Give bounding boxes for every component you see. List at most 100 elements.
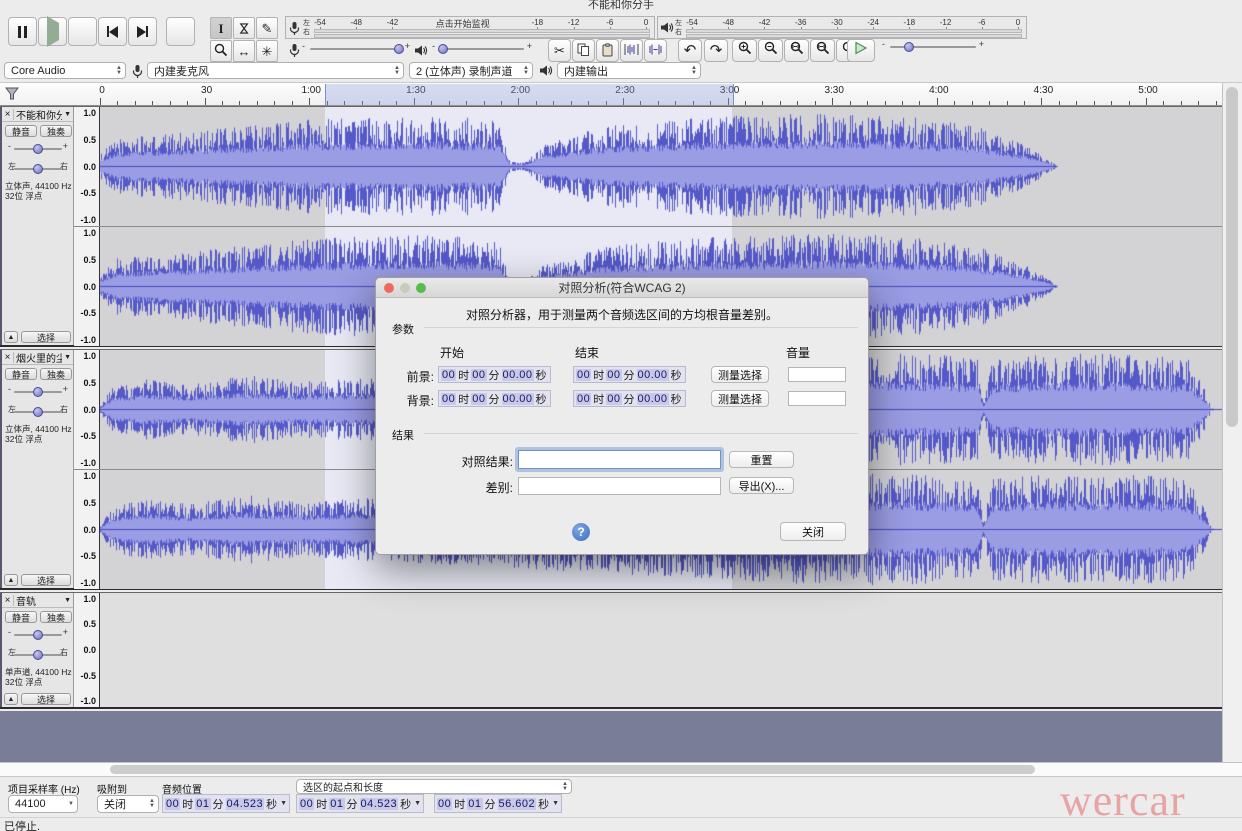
- track-control-panel[interactable]: ×烟火里的尘埃▼静音独奏-+左右立体声, 44100 Hz32位 浮点▲选择: [0, 350, 74, 588]
- track-control-panel[interactable]: ×不能和你分手▼静音独奏-+左右立体声, 44100 Hz32位 浮点▲选择: [0, 107, 74, 345]
- zoom-tool-button[interactable]: [210, 40, 232, 62]
- background-start-field[interactable]: 00 时 00 分 00.00 秒: [438, 390, 551, 407]
- timeline-ruler[interactable]: 0 30 1:00 1:30 2:00 2:30 3:00 3:30 4:00 4:30 5:00: [0, 82, 1242, 106]
- pan-thumb[interactable]: [33, 164, 43, 174]
- mute-button[interactable]: 静音: [5, 125, 37, 137]
- horizontal-scrollbar[interactable]: [0, 762, 1242, 776]
- collapse-button[interactable]: ▲: [4, 693, 18, 705]
- pause-button[interactable]: [8, 17, 37, 46]
- foreground-start-field[interactable]: 00 时 00 分 00.00 秒: [438, 366, 551, 383]
- skip-start-button[interactable]: [98, 17, 127, 46]
- trim-button[interactable]: [620, 39, 643, 62]
- silence-button[interactable]: [644, 39, 667, 62]
- track-menu-arrow-icon[interactable]: ▼: [62, 111, 73, 118]
- playback-meter[interactable]: 左右 -54 -48 -42 -36 -30 -24 -18 -12 -6 0: [657, 16, 1027, 39]
- track-name[interactable]: 音轨: [14, 593, 62, 608]
- redo-button[interactable]: ↷: [704, 39, 728, 62]
- gain-slider[interactable]: - +: [6, 384, 70, 400]
- difference-field[interactable]: [518, 477, 721, 495]
- track-name[interactable]: 不能和你分手: [14, 107, 62, 122]
- recording-volume-slider[interactable]: - +: [302, 41, 410, 57]
- background-end-field[interactable]: 00 时 00 分 00.00 秒: [573, 390, 686, 407]
- paste-button[interactable]: [596, 39, 619, 62]
- background-measure-button[interactable]: 测量选择: [711, 390, 769, 407]
- multi-tool-button[interactable]: ✳: [256, 40, 278, 62]
- solo-button[interactable]: 独奏: [40, 125, 72, 137]
- cut-button[interactable]: ✂: [548, 39, 571, 62]
- track-control-panel[interactable]: × 音轨 ▼ 静音 独奏 - + 左右单声道, 44100 Hz 32位 浮点 ▲ 选择: [0, 593, 74, 707]
- solo-button[interactable]: 独奏: [40, 368, 72, 380]
- pan-slider[interactable]: 左右: [6, 404, 70, 420]
- close-track-icon[interactable]: ×: [2, 594, 14, 606]
- dropdown-arrow-icon[interactable]: ▼: [551, 800, 559, 807]
- zoom-fit-button[interactable]: [810, 39, 835, 62]
- track-menu-arrow-icon[interactable]: ▼: [62, 597, 73, 604]
- recording-meter[interactable]: 左右-54-48-42-36-30-24-18-12-60点击开始监视: [285, 16, 655, 39]
- contrast-result-field[interactable]: [518, 450, 721, 469]
- timeshift-tool-button[interactable]: ↔: [233, 40, 255, 62]
- meter-monitor-overlay[interactable]: 点击开始监视: [407, 17, 518, 29]
- draw-tool-button[interactable]: ✎: [256, 17, 278, 39]
- recording-device-select[interactable]: 内建麦克风 ▲ ▼: [147, 62, 404, 79]
- gain-thumb[interactable]: [33, 630, 43, 640]
- selection-start-field[interactable]: 00 时 01 分 04.523 秒 ▼: [296, 794, 425, 813]
- dropdown-arrow-icon[interactable]: ▼: [413, 800, 421, 807]
- dialog-titlebar[interactable]: 对照分析(符合WCAG 2): [376, 278, 868, 298]
- gain-slider[interactable]: - +: [6, 627, 70, 643]
- minimize-window-icon[interactable]: [400, 283, 410, 293]
- collapse-button[interactable]: ▲: [4, 331, 18, 343]
- gain-slider[interactable]: - +: [6, 141, 70, 157]
- recording-volume-thumb[interactable]: [394, 44, 404, 54]
- track-menu-arrow-icon[interactable]: ▼: [62, 354, 73, 361]
- selection-length-field[interactable]: 00 时 01 分 56.602 秒 ▼: [434, 794, 563, 813]
- playback-device-select[interactable]: 内建输出 ▲ ▼: [557, 62, 701, 79]
- pan-thumb[interactable]: [33, 650, 43, 660]
- zoom-out-button[interactable]: [758, 39, 783, 62]
- mute-button[interactable]: 静音: [5, 368, 37, 380]
- dropdown-arrow-icon[interactable]: ▼: [279, 800, 287, 807]
- stop-button[interactable]: [68, 17, 97, 46]
- maximize-window-icon[interactable]: [416, 283, 426, 293]
- play-speed-thumb[interactable]: [904, 42, 914, 52]
- track-name[interactable]: 烟火里的尘埃: [14, 350, 62, 365]
- rate-select[interactable]: 44100 ▼: [8, 795, 78, 813]
- envelope-tool-button[interactable]: ⋈: [233, 17, 255, 39]
- close-track-icon[interactable]: ×: [2, 351, 14, 363]
- pan-slider[interactable]: 左右: [6, 161, 70, 177]
- mute-button[interactable]: 静音: [5, 611, 37, 623]
- undo-button[interactable]: ↶: [678, 39, 702, 62]
- play-speed-slider[interactable]: - +: [882, 39, 984, 55]
- track-select-button[interactable]: 选择: [21, 574, 71, 586]
- foreground-end-field[interactable]: 00 时 00 分 00.00 秒: [573, 366, 686, 383]
- skip-end-button[interactable]: [128, 17, 157, 46]
- selection-mode-select[interactable]: 选区的起点和长度 ▲ ▼: [296, 779, 572, 794]
- pan-thumb[interactable]: [33, 407, 43, 417]
- playback-volume-thumb[interactable]: [438, 44, 448, 54]
- close-window-icon[interactable]: [384, 283, 394, 293]
- help-icon[interactable]: ?: [572, 523, 590, 541]
- zoom-in-button[interactable]: [732, 39, 757, 62]
- vertical-scrollbar-thumb[interactable]: [1226, 87, 1238, 427]
- close-track-icon[interactable]: ×: [2, 108, 14, 120]
- play-at-speed-button[interactable]: [847, 39, 875, 62]
- play-button[interactable]: [38, 15, 67, 47]
- recording-channels-select[interactable]: 2 (立体声) 录制声道 ▲ ▼: [409, 62, 533, 79]
- waveform-area[interactable]: [100, 107, 1222, 226]
- collapse-button[interactable]: ▲: [4, 574, 18, 586]
- export-button[interactable]: 导出(X)...: [729, 477, 794, 494]
- track-select-button[interactable]: 选择: [21, 693, 71, 705]
- foreground-measure-button[interactable]: 测量选择: [711, 366, 769, 383]
- record-button[interactable]: [166, 17, 195, 46]
- reset-button[interactable]: 重置: [729, 451, 794, 468]
- gain-thumb[interactable]: [33, 144, 43, 154]
- timeline-options-icon[interactable]: [5, 87, 19, 106]
- pan-slider[interactable]: 左右: [6, 647, 70, 663]
- vertical-scrollbar[interactable]: [1222, 83, 1242, 762]
- copy-button[interactable]: [572, 39, 595, 62]
- selection-tool-button[interactable]: I: [210, 17, 232, 39]
- audio-position-field[interactable]: 00 时 01 分 04.523 秒 ▼: [162, 794, 291, 813]
- snap-select[interactable]: 关闭 ▲ ▼: [97, 795, 159, 813]
- playback-volume-slider[interactable]: - +: [432, 41, 532, 57]
- horizontal-scrollbar-thumb[interactable]: [110, 765, 1035, 774]
- track-select-button[interactable]: 选择: [21, 331, 71, 343]
